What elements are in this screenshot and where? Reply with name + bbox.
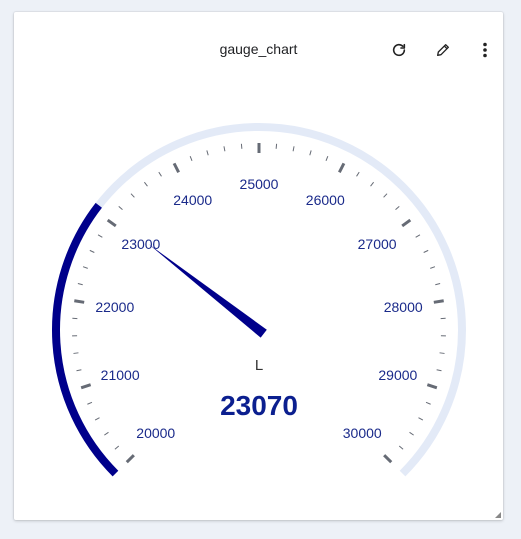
major-tick xyxy=(80,383,92,390)
minor-tick xyxy=(356,171,360,177)
major-tick xyxy=(433,299,444,304)
minor-tick xyxy=(89,249,95,253)
minor-tick xyxy=(73,352,79,354)
minor-tick xyxy=(77,283,83,286)
minor-tick xyxy=(76,369,82,372)
major-tick xyxy=(426,383,438,390)
major-tick xyxy=(172,162,180,173)
gauge-unit-label: L xyxy=(255,357,263,374)
minor-tick xyxy=(130,193,135,198)
tick-label: 29000 xyxy=(378,367,417,383)
minor-tick xyxy=(94,417,100,421)
minor-tick xyxy=(418,417,424,421)
tick-label: 24000 xyxy=(173,192,212,208)
tick-label: 20000 xyxy=(136,425,175,441)
major-tick xyxy=(383,454,393,464)
minor-tick xyxy=(143,181,148,187)
major-tick xyxy=(125,454,135,464)
minor-tick xyxy=(370,181,375,187)
minor-tick xyxy=(189,155,193,161)
tick-label: 27000 xyxy=(358,236,397,252)
minor-tick xyxy=(206,150,209,156)
major-tick xyxy=(401,218,412,228)
tick-label: 23000 xyxy=(121,236,160,252)
minor-tick xyxy=(415,234,421,238)
minor-tick xyxy=(97,234,103,238)
minor-tick xyxy=(82,266,88,269)
minor-tick xyxy=(395,205,400,211)
tick-label: 30000 xyxy=(343,425,382,441)
tick-label: 22000 xyxy=(95,299,134,315)
minor-tick xyxy=(292,146,295,152)
minor-tick xyxy=(325,155,329,161)
tick-label: 26000 xyxy=(306,192,345,208)
minor-tick xyxy=(87,401,93,405)
minor-tick xyxy=(158,171,162,177)
major-tick xyxy=(74,299,85,304)
gauge-value-label: 23070 xyxy=(220,390,298,421)
minor-tick xyxy=(118,205,123,211)
resize-handle-icon[interactable] xyxy=(495,512,501,518)
tick-label: 21000 xyxy=(101,367,140,383)
minor-tick xyxy=(423,249,429,253)
minor-tick xyxy=(435,283,441,286)
minor-tick xyxy=(104,431,109,436)
minor-tick xyxy=(223,146,226,152)
major-tick xyxy=(338,162,346,173)
minor-tick xyxy=(398,445,404,450)
minor-tick xyxy=(383,193,388,198)
minor-tick xyxy=(430,266,436,269)
minor-tick xyxy=(309,150,312,156)
gauge-chart-card: gauge_chart 20000 21000 22000 23000 24000 250… xyxy=(14,12,503,520)
minor-tick xyxy=(436,369,442,372)
tick-label: 25000 xyxy=(240,176,279,192)
gauge-chart: 20000 21000 22000 23000 24000 25000 26000 27000… xyxy=(52,123,466,477)
tick-label: 28000 xyxy=(384,299,423,315)
gauge-needle xyxy=(148,244,267,338)
minor-tick xyxy=(439,352,445,354)
minor-tick xyxy=(409,431,414,436)
minor-tick xyxy=(114,445,120,450)
major-tick xyxy=(106,218,117,228)
minor-tick xyxy=(425,401,431,405)
